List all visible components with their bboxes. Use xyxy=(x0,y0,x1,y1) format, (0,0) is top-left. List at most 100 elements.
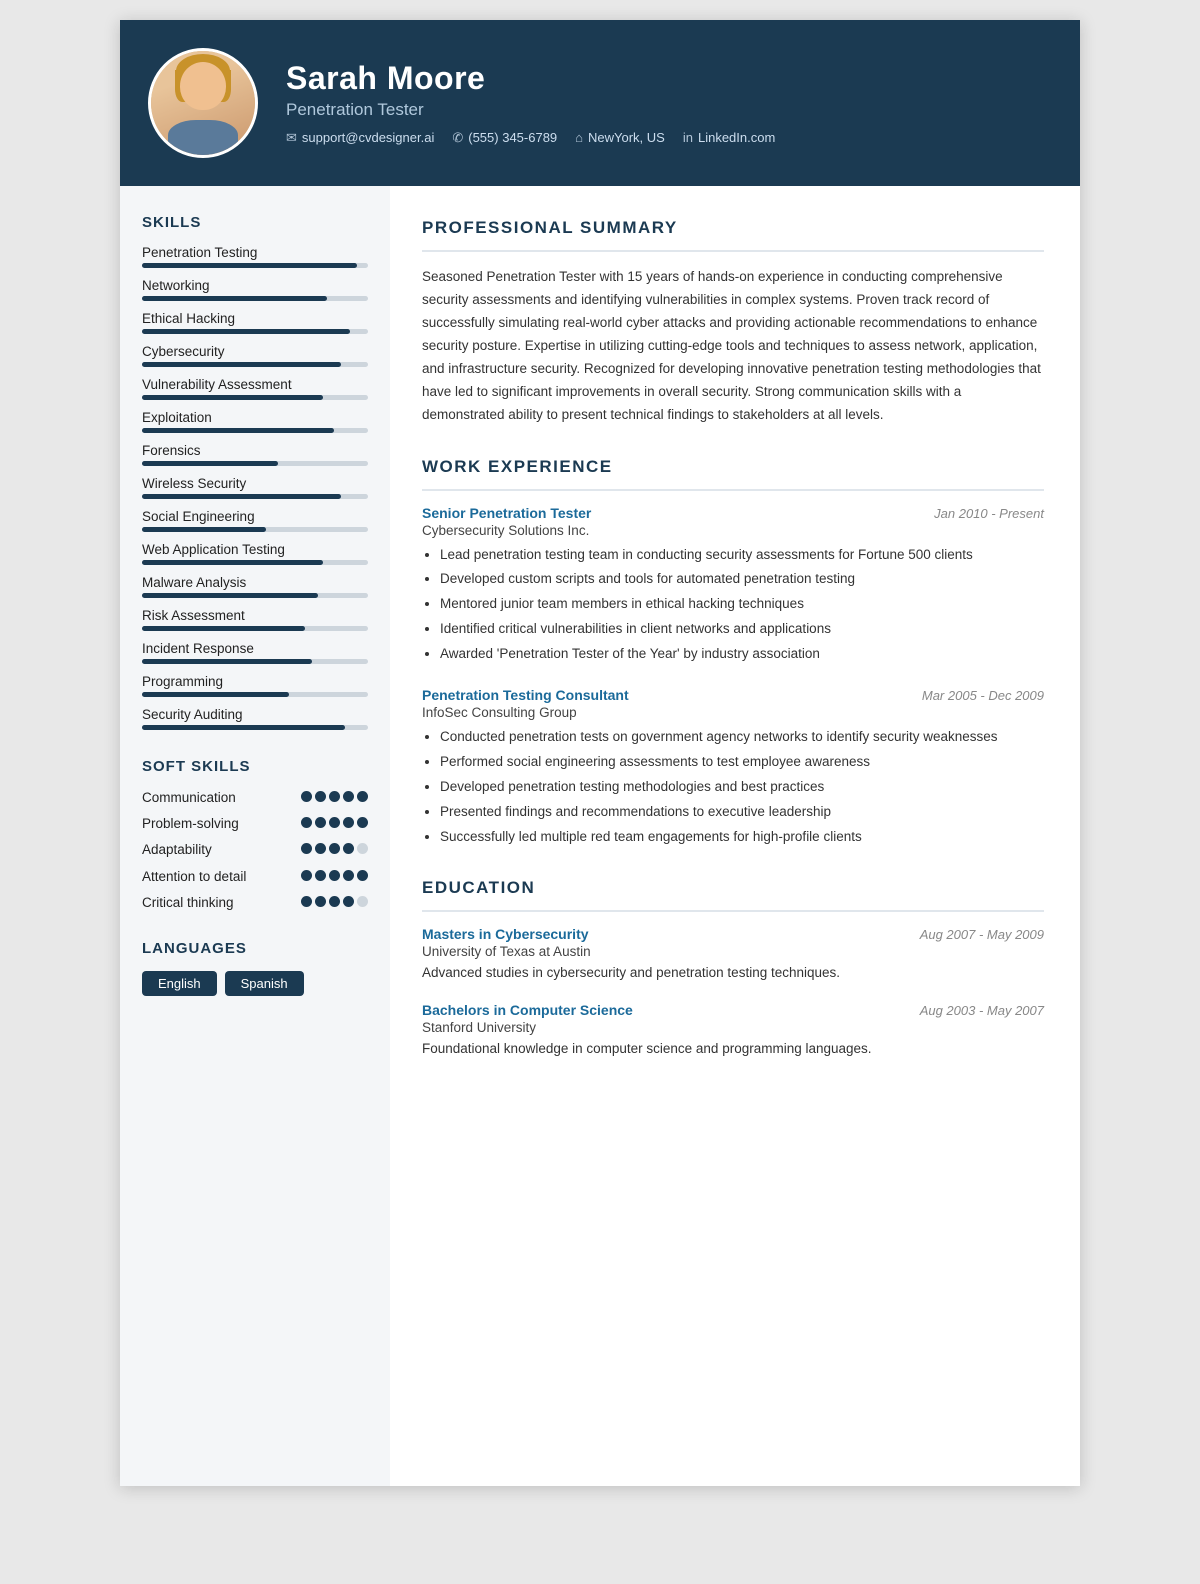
job-bullet: Performed social engineering assessments… xyxy=(440,752,1044,773)
edu-degree: Masters in Cybersecurity xyxy=(422,926,589,942)
skill-item: Social Engineering xyxy=(142,509,368,532)
skills-section: SKILLS Penetration Testing Networking Et… xyxy=(142,214,368,730)
skills-list: Penetration Testing Networking Ethical H… xyxy=(142,245,368,730)
job-bullet: Lead penetration testing team in conduct… xyxy=(440,545,1044,566)
skill-bar-bg xyxy=(142,593,368,598)
job-bullet: Awarded 'Penetration Tester of the Year'… xyxy=(440,644,1044,665)
edu-desc: Advanced studies in cybersecurity and pe… xyxy=(422,963,1044,984)
work-section: WORK EXPERIENCE Senior Penetration Teste… xyxy=(422,457,1044,848)
skill-bar-bg xyxy=(142,263,368,268)
dot xyxy=(343,843,354,854)
skill-bar-fill xyxy=(142,560,323,565)
skill-name: Malware Analysis xyxy=(142,575,368,590)
edu-date: Aug 2007 - May 2009 xyxy=(920,927,1044,942)
skill-bar-bg xyxy=(142,395,368,400)
soft-skill-dots xyxy=(301,817,368,828)
skill-bar-fill xyxy=(142,461,278,466)
job-bullets: Conducted penetration tests on governmen… xyxy=(422,727,1044,848)
skill-bar-fill xyxy=(142,725,345,730)
dot xyxy=(301,870,312,881)
skill-name: Risk Assessment xyxy=(142,608,368,623)
job-bullet: Presented findings and recommendations t… xyxy=(440,802,1044,823)
skill-bar-bg xyxy=(142,560,368,565)
skill-bar-fill xyxy=(142,395,323,400)
education-list: Masters in Cybersecurity Aug 2007 - May … xyxy=(422,926,1044,1060)
summary-title: PROFESSIONAL SUMMARY xyxy=(422,218,1044,238)
languages-title: LANGUAGES xyxy=(142,940,368,957)
education-section: EDUCATION Masters in Cybersecurity Aug 2… xyxy=(422,878,1044,1060)
job-title: Senior Penetration Tester xyxy=(422,505,591,521)
skill-item: Cybersecurity xyxy=(142,344,368,367)
header-section: Sarah Moore Penetration Tester ✉support@… xyxy=(120,20,1080,186)
soft-skills-list: Communication Problem-solving Adaptabili… xyxy=(142,789,368,912)
edu-desc: Foundational knowledge in computer scien… xyxy=(422,1039,1044,1060)
job-date: Mar 2005 - Dec 2009 xyxy=(922,688,1044,703)
skill-item: Ethical Hacking xyxy=(142,311,368,334)
avatar-body xyxy=(168,120,238,158)
skill-name: Vulnerability Assessment xyxy=(142,377,368,392)
soft-skill-name: Problem-solving xyxy=(142,815,295,833)
job-header: Penetration Testing Consultant Mar 2005 … xyxy=(422,687,1044,703)
dot xyxy=(357,896,368,907)
skill-name: Web Application Testing xyxy=(142,542,368,557)
job-bullet: Successfully led multiple red team engag… xyxy=(440,827,1044,848)
education-block: Bachelors in Computer Science Aug 2003 -… xyxy=(422,1002,1044,1060)
soft-skill-dots xyxy=(301,843,368,854)
dot xyxy=(329,896,340,907)
dot xyxy=(315,817,326,828)
candidate-name: Sarah Moore xyxy=(286,60,1044,97)
job-company: InfoSec Consulting Group xyxy=(422,705,1044,720)
skill-bar-bg xyxy=(142,362,368,367)
skill-bar-bg xyxy=(142,296,368,301)
job-bullets: Lead penetration testing team in conduct… xyxy=(422,545,1044,666)
languages-list: EnglishSpanish xyxy=(142,971,368,996)
job-header: Senior Penetration Tester Jan 2010 - Pre… xyxy=(422,505,1044,521)
skill-bar-bg xyxy=(142,428,368,433)
dot xyxy=(357,791,368,802)
dot xyxy=(329,843,340,854)
work-title: WORK EXPERIENCE xyxy=(422,457,1044,477)
dot xyxy=(343,817,354,828)
job-company: Cybersecurity Solutions Inc. xyxy=(422,523,1044,538)
skill-item: Vulnerability Assessment xyxy=(142,377,368,400)
edu-school: Stanford University xyxy=(422,1020,1044,1035)
skill-bar-fill xyxy=(142,593,318,598)
job-bullet: Identified critical vulnerabilities in c… xyxy=(440,619,1044,640)
skill-bar-fill xyxy=(142,626,305,631)
soft-skill-name: Critical thinking xyxy=(142,894,295,912)
job-title: Penetration Testing Consultant xyxy=(422,687,629,703)
skill-item: Risk Assessment xyxy=(142,608,368,631)
skill-name: Programming xyxy=(142,674,368,689)
skill-name: Incident Response xyxy=(142,641,368,656)
skill-item: Incident Response xyxy=(142,641,368,664)
job-date: Jan 2010 - Present xyxy=(934,506,1044,521)
dot xyxy=(343,896,354,907)
skill-bar-fill xyxy=(142,527,266,532)
dot xyxy=(315,896,326,907)
skill-bar-fill xyxy=(142,329,350,334)
language-badge: English xyxy=(142,971,217,996)
soft-skills-section: SOFT SKILLS Communication Problem-solvin… xyxy=(142,758,368,912)
skill-item: Forensics xyxy=(142,443,368,466)
summary-section: PROFESSIONAL SUMMARY Seasoned Penetratio… xyxy=(422,218,1044,427)
soft-skill-name: Attention to detail xyxy=(142,868,295,886)
skill-name: Forensics xyxy=(142,443,368,458)
skill-name: Networking xyxy=(142,278,368,293)
skill-item: Web Application Testing xyxy=(142,542,368,565)
dot xyxy=(301,791,312,802)
sidebar: SKILLS Penetration Testing Networking Et… xyxy=(120,186,390,1486)
dot xyxy=(301,817,312,828)
skill-bar-bg xyxy=(142,527,368,532)
dot xyxy=(343,791,354,802)
skill-name: Security Auditing xyxy=(142,707,368,722)
contact-item: ✆(555) 345-6789 xyxy=(452,130,557,146)
skill-name: Social Engineering xyxy=(142,509,368,524)
skill-item: Malware Analysis xyxy=(142,575,368,598)
candidate-title: Penetration Tester xyxy=(286,100,1044,120)
contact-text: NewYork, US xyxy=(588,130,665,145)
soft-skill-item: Adaptability xyxy=(142,841,368,859)
body-layout: SKILLS Penetration Testing Networking Et… xyxy=(120,186,1080,1486)
contact-item: ✉support@cvdesigner.ai xyxy=(286,130,434,146)
job-bullet: Developed penetration testing methodolog… xyxy=(440,777,1044,798)
avatar-face xyxy=(180,62,226,110)
